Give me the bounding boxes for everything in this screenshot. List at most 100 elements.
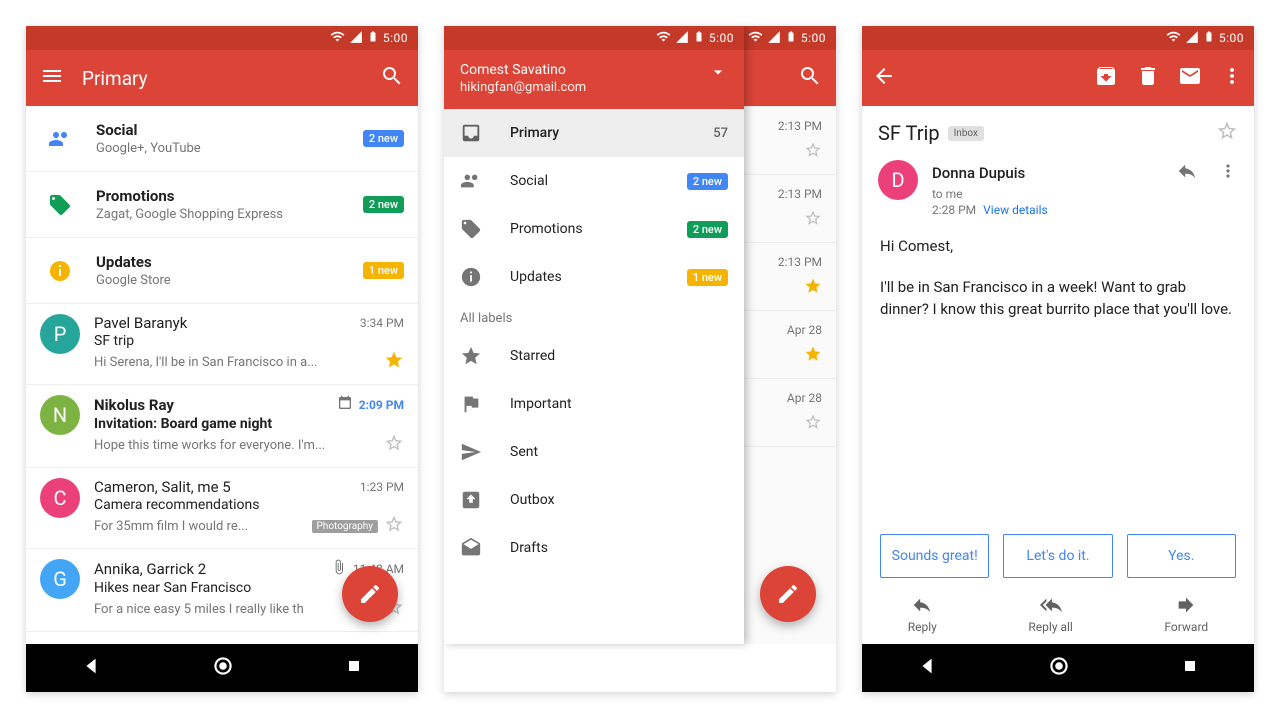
peek-row[interactable]: Apr 28 [744, 311, 836, 379]
reply-icon[interactable] [1176, 160, 1198, 186]
star-icon[interactable] [804, 277, 822, 299]
avatar: P [40, 314, 80, 354]
message-subject: SF Trip [878, 121, 940, 145]
label-chip: Photography [312, 520, 379, 533]
message-row[interactable]: P Pavel Baranyk 3:34 PM SF trip Hi Seren… [26, 304, 418, 385]
android-status-bar: 5:00 [444, 26, 744, 50]
status-time: 5:00 [383, 31, 408, 45]
reply-button[interactable]: Reply [908, 594, 937, 634]
people-icon [460, 170, 482, 192]
smart-reply-row: Sounds great! Let's do it. Yes. [862, 526, 1254, 588]
drawer-item-primary[interactable]: Primary 57 [444, 109, 744, 157]
message-row[interactable]: N Nikolus Ray 2:09 PM Invitation: Board … [26, 385, 418, 468]
message-app-bar [862, 50, 1254, 106]
peek-row[interactable]: Apr 28 [744, 379, 836, 447]
category-promotions[interactable]: Promotions Zagat, Google Shopping Expres… [26, 172, 418, 238]
reply-all-button[interactable]: Reply all [1028, 594, 1072, 634]
trash-icon[interactable] [1136, 64, 1160, 92]
drawer-item-drafts[interactable]: Drafts [444, 524, 744, 572]
archive-icon[interactable] [1094, 64, 1118, 92]
attachment-icon [331, 559, 347, 579]
message-body: Hi Comest,I'll be in San Francisco in a … [862, 223, 1254, 526]
signal-icon [767, 30, 781, 47]
search-icon[interactable] [798, 64, 822, 92]
android-status-bar: 5:00 [862, 26, 1254, 50]
search-icon[interactable] [380, 64, 404, 92]
android-nav-bar [26, 644, 418, 692]
badge: 1 new [363, 262, 404, 279]
inbox-peek: 2:13 PM 2:13 PM 2:13 PM Apr 28 Apr 28 [744, 50, 836, 644]
badge: 2 new [363, 196, 404, 213]
page-title: Primary [82, 67, 362, 90]
app-bar: Primary [26, 50, 418, 106]
send-icon [460, 441, 482, 463]
star-icon[interactable] [804, 141, 822, 163]
drawer-item-updates[interactable]: Updates 1 new [444, 253, 744, 301]
compose-fab[interactable] [342, 566, 398, 622]
drafts-icon [460, 537, 482, 559]
drawer-item-important[interactable]: Important [444, 380, 744, 428]
star-icon[interactable] [384, 433, 404, 457]
inbox-icon [460, 122, 482, 144]
avatar: D [878, 160, 918, 200]
star-icon[interactable] [1216, 120, 1238, 146]
compose-fab[interactable] [760, 566, 816, 622]
star-icon[interactable] [804, 413, 822, 435]
badge: 2 new [363, 130, 404, 147]
star-icon[interactable] [804, 345, 822, 367]
forward-button[interactable]: Forward [1164, 594, 1208, 634]
account-header[interactable]: Comest Savatino hikingfan@gmail.com [444, 50, 744, 109]
status-time: 5:00 [1219, 31, 1244, 45]
nav-home-button[interactable] [210, 653, 236, 683]
status-time: 5:00 [801, 31, 826, 45]
peek-row[interactable]: 2:13 PM [744, 107, 836, 175]
category-updates[interactable]: Updates Google Store 1 new [26, 238, 418, 304]
nav-back-button[interactable] [916, 655, 938, 681]
peek-row[interactable]: 2:13 PM [744, 243, 836, 311]
drawer-item-sent[interactable]: Sent [444, 428, 744, 476]
info-icon [40, 259, 80, 283]
smart-reply-button[interactable]: Yes. [1127, 534, 1236, 578]
nav-drawer: 5:00 Comest Savatino hikingfan@gmail.com… [444, 26, 744, 644]
back-icon[interactable] [872, 64, 896, 92]
people-icon [40, 127, 80, 151]
tag-icon [40, 193, 80, 217]
more-icon[interactable] [1220, 64, 1244, 92]
avatar: N [40, 395, 80, 435]
menu-icon[interactable] [40, 64, 64, 92]
drawer-item-social[interactable]: Social 2 new [444, 157, 744, 205]
more-icon[interactable] [1218, 161, 1238, 185]
star-icon[interactable] [384, 514, 404, 538]
star-icon[interactable] [804, 209, 822, 231]
view-details-link[interactable]: View details [983, 203, 1048, 217]
drawer-item-outbox[interactable]: Outbox [444, 476, 744, 524]
inbox-chip: Inbox [948, 126, 984, 141]
chevron-down-icon[interactable] [708, 62, 728, 95]
nav-back-button[interactable] [80, 655, 102, 681]
avatar: C [40, 478, 80, 518]
calendar-icon [337, 395, 353, 415]
drawer-section: All labels [444, 301, 744, 332]
peek-row[interactable]: 2:13 PM [744, 175, 836, 243]
mark-unread-icon[interactable] [1178, 64, 1202, 92]
signal-icon [349, 30, 363, 47]
wifi-icon [1166, 29, 1181, 47]
nav-recent-button[interactable] [344, 656, 364, 680]
star-icon[interactable] [384, 350, 404, 374]
category-social[interactable]: Social Google+, YouTube 2 new [26, 106, 418, 172]
drawer-item-starred[interactable]: Starred [444, 332, 744, 380]
battery-icon [367, 29, 379, 47]
smart-reply-button[interactable]: Let's do it. [1003, 534, 1112, 578]
nav-recent-button[interactable] [1180, 656, 1200, 680]
battery-icon [785, 29, 797, 47]
nav-home-button[interactable] [1046, 653, 1072, 683]
star-icon [460, 345, 482, 367]
wifi-icon [330, 29, 345, 47]
smart-reply-button[interactable]: Sounds great! [880, 534, 989, 578]
info-icon [460, 266, 482, 288]
message-row[interactable]: C Cameron, Salit, me 5 1:23 PM Camera re… [26, 468, 418, 549]
outbox-icon [460, 489, 482, 511]
battery-icon [1203, 29, 1215, 47]
drawer-item-promotions[interactable]: Promotions 2 new [444, 205, 744, 253]
screen-message: 5:00 SF Trip Inbox D Donna Dupuis to me … [862, 26, 1254, 692]
